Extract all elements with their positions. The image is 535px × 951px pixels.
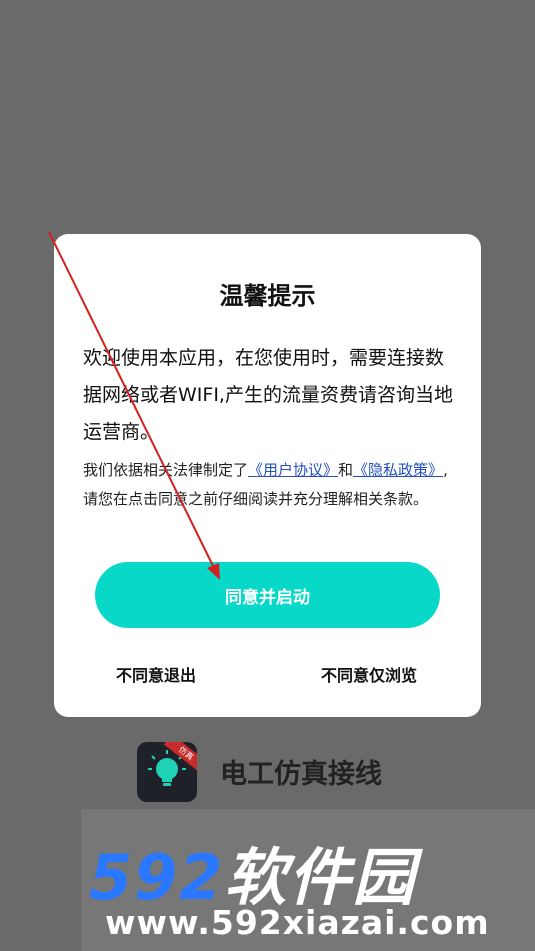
annotation-arrow-icon [48, 231, 220, 580]
